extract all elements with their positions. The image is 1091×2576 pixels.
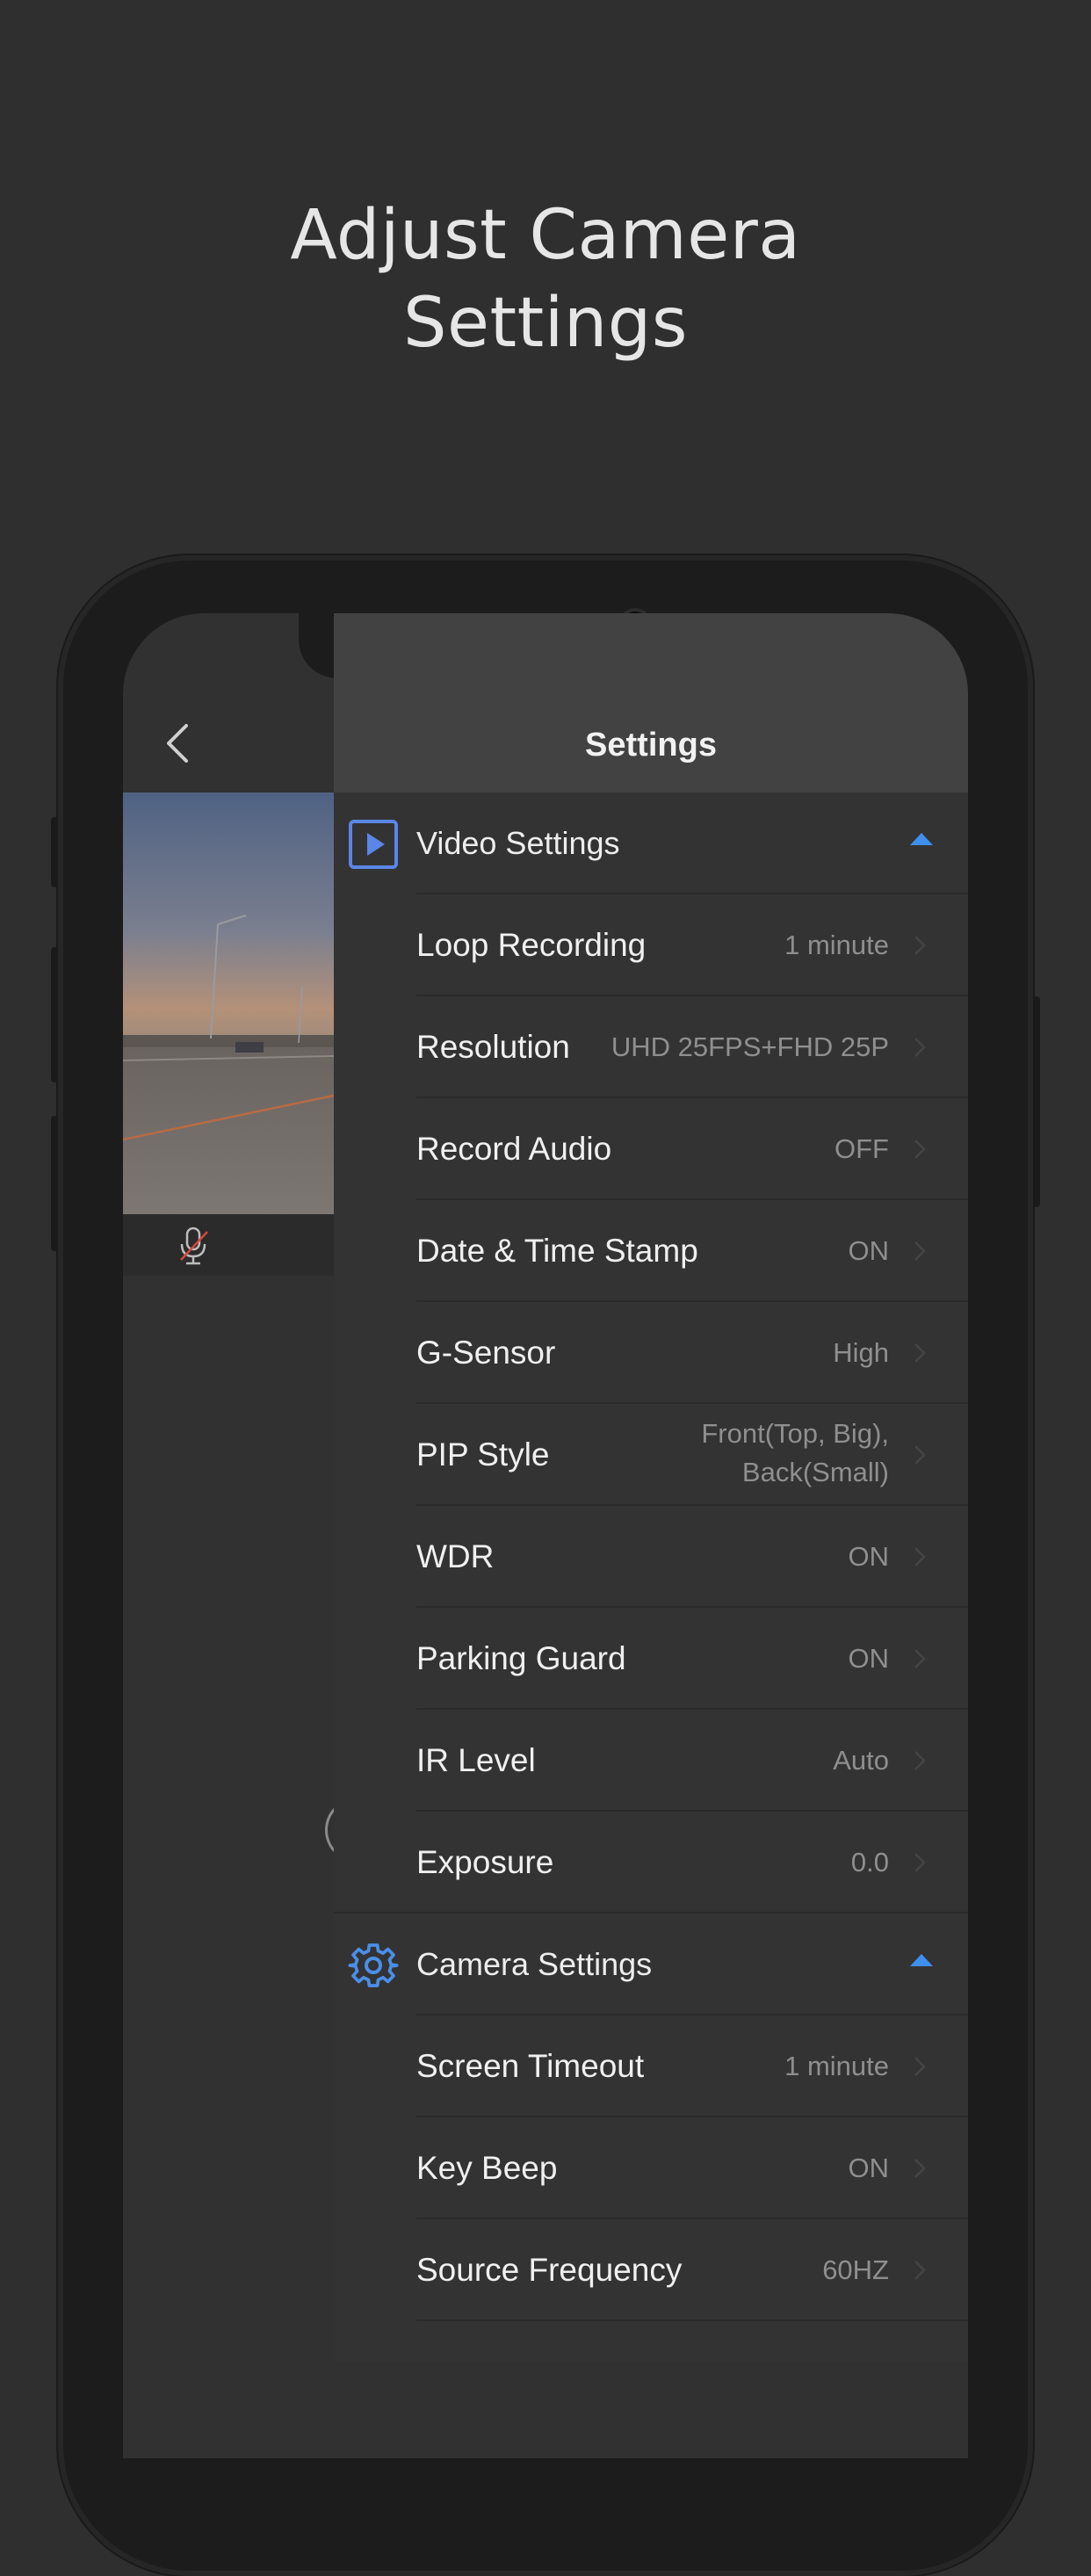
section-video-settings[interactable]: Video Settings xyxy=(334,792,968,894)
setting-row-source-frequency[interactable]: Source Frequency 60HZ xyxy=(334,2219,968,2321)
setting-label: IR Level xyxy=(416,1742,536,1778)
setting-value: 1 minute xyxy=(784,2051,889,2081)
setting-value: OFF xyxy=(835,1133,889,1164)
settings-title: Settings xyxy=(585,727,717,763)
setting-row-loop-recording[interactable]: Loop Recording 1 minute xyxy=(334,894,968,996)
setting-label: Loop Recording xyxy=(416,927,647,963)
headline-line-1: Adjust Camera xyxy=(290,196,801,275)
setting-label: Exposure xyxy=(416,1844,554,1880)
phone-side-button-mute xyxy=(51,817,58,887)
setting-row-pip-style[interactable]: PIP Style Front(Top, Big), Back(Small) xyxy=(334,1404,968,1506)
divider xyxy=(416,2319,968,2321)
setting-value: ON xyxy=(848,2153,890,2183)
setting-value: Auto xyxy=(833,1745,889,1776)
setting-label: Key Beep xyxy=(416,2150,558,2186)
section-label: Camera Settings xyxy=(416,1946,653,1982)
chevron-right-icon xyxy=(914,1038,926,1057)
setting-label: Resolution xyxy=(416,1029,570,1065)
chevron-right-icon xyxy=(914,1241,926,1261)
headline-line-2: Settings xyxy=(403,284,688,363)
chevron-right-icon xyxy=(914,1751,926,1770)
chevron-right-icon xyxy=(914,936,926,955)
chevron-right-icon xyxy=(914,2057,926,2076)
section-camera-settings[interactable]: Camera Settings xyxy=(334,1914,968,2015)
phone-side-button-volume-down xyxy=(51,1116,58,1251)
setting-value: Front(Top, Big), Back(Small) xyxy=(701,1418,889,1487)
chevron-right-icon xyxy=(914,2261,926,2280)
chevron-left-icon xyxy=(167,724,188,763)
camera-preview-image xyxy=(123,792,334,1276)
chevron-right-icon xyxy=(914,1649,926,1668)
setting-row-exposure[interactable]: Exposure 0.0 xyxy=(334,1812,968,1914)
setting-label: Date & Time Stamp xyxy=(416,1233,698,1269)
setting-value: ON xyxy=(848,1643,890,1674)
chevron-right-icon xyxy=(914,1547,926,1567)
setting-value: ON xyxy=(848,1541,890,1572)
chevron-right-icon xyxy=(914,2159,926,2178)
setting-row-g-sensor[interactable]: G-Sensor High xyxy=(334,1302,968,1404)
setting-label: Parking Guard xyxy=(416,1640,626,1676)
setting-row-key-beep[interactable]: Key Beep ON xyxy=(334,2117,968,2219)
chevron-right-icon xyxy=(914,1140,926,1159)
chevron-right-icon xyxy=(914,1445,926,1465)
setting-row-wdr[interactable]: WDR ON xyxy=(334,1506,968,1608)
mic-muted-icon[interactable] xyxy=(176,1225,211,1267)
phone-side-button-power xyxy=(1033,996,1040,1207)
setting-row-date-time-stamp[interactable]: Date & Time Stamp ON xyxy=(334,1200,968,1302)
back-button[interactable] xyxy=(158,719,197,768)
setting-label: PIP Style xyxy=(416,1436,550,1473)
video-play-icon xyxy=(348,819,399,870)
caret-up-icon[interactable] xyxy=(910,1954,933,1966)
settings-panel: Settings Video Settings Loop Recording 1… xyxy=(334,613,968,2362)
section-label: Video Settings xyxy=(416,825,620,861)
setting-value: High xyxy=(833,1337,889,1368)
setting-row-screen-timeout[interactable]: Screen Timeout 1 minute xyxy=(334,2015,968,2117)
setting-label: Screen Timeout xyxy=(416,2048,645,2084)
setting-label: Source Frequency xyxy=(416,2252,683,2288)
phone-side-button-volume-up xyxy=(51,947,58,1082)
setting-row-record-audio[interactable]: Record Audio OFF xyxy=(334,1098,968,1200)
setting-value: 0.0 xyxy=(850,1847,889,1878)
setting-row-parking-guard[interactable]: Parking Guard ON xyxy=(334,1608,968,1710)
page-headline: Adjust Camera Settings xyxy=(0,192,1091,367)
setting-row-resolution[interactable]: Resolution UHD 25FPS+FHD 25P xyxy=(334,996,968,1098)
setting-value: 1 minute xyxy=(784,930,889,960)
chevron-right-icon xyxy=(914,1853,926,1872)
chevron-right-icon xyxy=(914,1343,926,1363)
setting-value: UHD 25FPS+FHD 25P xyxy=(611,1031,889,1062)
setting-label: G-Sensor xyxy=(416,1335,556,1371)
setting-value: ON xyxy=(848,1235,890,1266)
camera-preview[interactable] xyxy=(123,792,334,1276)
gear-icon xyxy=(348,1940,399,1991)
setting-label: WDR xyxy=(416,1538,495,1574)
caret-up-icon[interactable] xyxy=(910,833,933,845)
setting-row-ir-level[interactable]: IR Level Auto xyxy=(334,1710,968,1812)
setting-value: 60HZ xyxy=(822,2254,889,2285)
settings-header: Settings xyxy=(334,613,968,792)
setting-label: Record Audio xyxy=(416,1131,612,1167)
